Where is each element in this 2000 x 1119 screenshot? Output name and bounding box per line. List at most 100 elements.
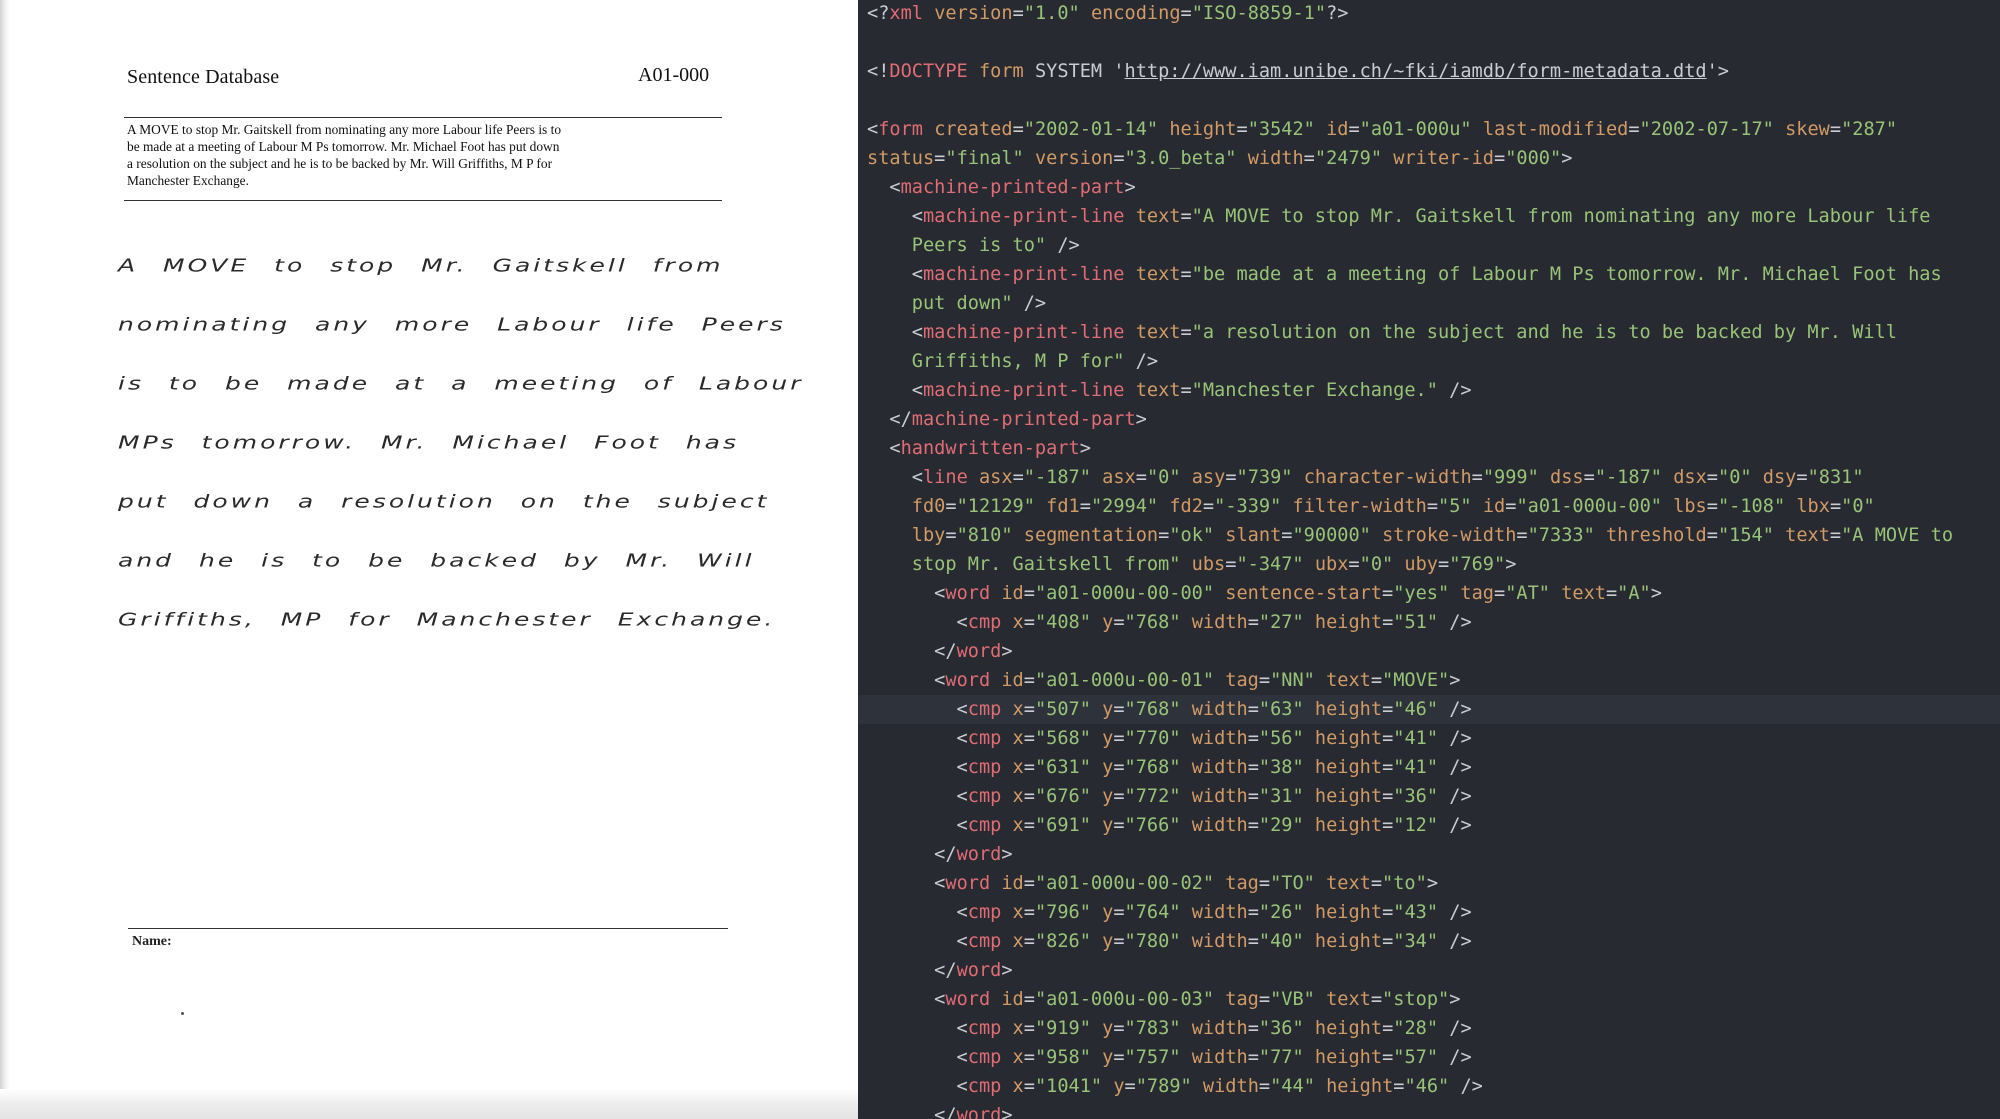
code-token-str: "-339" xyxy=(1214,496,1282,517)
code-token-str: "44" xyxy=(1270,1076,1315,1097)
code-line[interactable]: <cmp x="507" y="768" width="63" height="… xyxy=(858,695,2000,724)
code-token-punct xyxy=(923,3,934,24)
code-line[interactable]: <cmp x="796" y="764" width="26" height="… xyxy=(858,898,2000,927)
code-token-str: "783" xyxy=(1124,1018,1181,1039)
code-line[interactable]: status="final" version="3.0_beta" width=… xyxy=(858,144,2000,173)
code-line[interactable]: <cmp x="1041" y="789" width="44" height=… xyxy=(858,1072,2000,1101)
code-token-punct: = xyxy=(1023,902,1035,923)
code-line[interactable]: fd0="12129" fd1="2994" fd2="-339" filter… xyxy=(858,492,2000,521)
code-token-punct xyxy=(1315,873,1326,894)
code-token-str: "A MOVE to xyxy=(1841,525,1954,546)
code-token-tag: cmp xyxy=(967,931,1002,952)
code-line[interactable]: <word id="a01-000u-00-02" tag="TO" text=… xyxy=(858,869,2000,898)
code-token-punct: </ xyxy=(867,1105,957,1119)
code-line[interactable]: <cmp x="676" y="772" width="31" height="… xyxy=(858,782,2000,811)
code-line[interactable]: <cmp x="958" y="757" width="77" height="… xyxy=(858,1043,2000,1072)
code-line[interactable]: <word id="a01-000u-00-00" sentence-start… xyxy=(858,579,2000,608)
code-token-attr: asx xyxy=(978,467,1013,488)
code-token-str: "77" xyxy=(1258,1047,1304,1068)
code-token-punct: = xyxy=(1382,583,1394,604)
code-token-punct: < xyxy=(867,322,923,343)
code-token-punct: < xyxy=(867,380,923,401)
code-line[interactable]: <cmp x="691" y="766" width="29" height="… xyxy=(858,811,2000,840)
code-line[interactable]: <machine-print-line text="A MOVE to stop… xyxy=(858,202,2000,231)
printed-line: Manchester Exchange. xyxy=(127,173,249,188)
code-line[interactable]: <machine-print-line text="Manchester Exc… xyxy=(858,376,2000,405)
code-line[interactable]: <handwritten-part> xyxy=(858,434,2000,463)
code-token-attr: height xyxy=(1314,786,1383,807)
code-token-tag: line xyxy=(922,467,968,488)
code-token-punct: = xyxy=(1113,931,1125,952)
code-line[interactable] xyxy=(858,86,2000,115)
code-line[interactable]: </machine-printed-part> xyxy=(858,405,2000,434)
code-line[interactable]: <line asx="-187" asx="0" asy="739" chara… xyxy=(858,463,2000,492)
code-line[interactable]: <machine-print-line text="be made at a m… xyxy=(858,260,2000,289)
code-token-attr: id xyxy=(1001,989,1024,1010)
code-token-punct xyxy=(1091,902,1102,923)
code-token-punct xyxy=(1124,206,1135,227)
code-line[interactable]: <cmp x="826" y="780" width="40" height="… xyxy=(858,927,2000,956)
code-token-str: "12" xyxy=(1393,815,1439,836)
code-token-attr: width xyxy=(1247,148,1304,169)
code-line[interactable]: <machine-printed-part> xyxy=(858,173,2000,202)
code-editor[interactable]: <?xml version = "1.0" encoding = "ISO-8859-1… xyxy=(858,0,2000,1119)
code-token-punct xyxy=(1001,728,1012,749)
code-token-punct: = xyxy=(1023,786,1035,807)
code-token-punct: > xyxy=(1505,554,1517,575)
code-token-attr: width xyxy=(1191,699,1248,720)
code-token-punct xyxy=(1304,699,1315,720)
code-line[interactable]: <cmp x="631" y="768" width="38" height="… xyxy=(858,753,2000,782)
code-token-punct: < xyxy=(867,989,946,1010)
code-token-punct xyxy=(1315,119,1326,140)
form-id: A01-000 xyxy=(638,64,710,86)
code-line[interactable]: <word id="a01-000u-00-03" tag="VB" text=… xyxy=(858,985,2000,1014)
code-line[interactable]: </word> xyxy=(858,637,2000,666)
code-line[interactable]: Griffiths, M P for" /> xyxy=(858,347,2000,376)
code-token-punct: = xyxy=(1258,670,1271,691)
code-token-str: "2479" xyxy=(1314,148,1383,169)
code-token-str: "-187" xyxy=(1594,467,1662,488)
code-line[interactable]: </word> xyxy=(858,956,2000,985)
code-token-str: "1041" xyxy=(1034,1076,1103,1097)
code-token-str: "VB" xyxy=(1270,989,1315,1010)
code-line[interactable]: <?xml version="1.0" encoding="ISO-8859-1… xyxy=(858,0,2000,28)
code-line[interactable]: </word> xyxy=(858,840,2000,869)
code-token-str: "919" xyxy=(1034,1018,1091,1039)
code-token-punct: > xyxy=(1001,960,1013,981)
code-line[interactable]: lby="810" segmentation="ok" slant="90000… xyxy=(858,521,2000,550)
code-token-punct: = xyxy=(1113,1047,1125,1068)
code-line[interactable]: <word id="a01-000u-00-01" tag="NN" text=… xyxy=(858,666,2000,695)
code-line[interactable]: stop Mr. Gaitskell from" ubs="-347" ubx=… xyxy=(858,550,2000,579)
code-token-punct xyxy=(1001,1047,1012,1068)
code-token-str: "36" xyxy=(1393,786,1439,807)
code-line[interactable]: </word> xyxy=(858,1101,2000,1119)
code-token-punct xyxy=(1315,989,1326,1010)
code-line[interactable]: Peers is to" /> xyxy=(858,231,2000,260)
code-line[interactable]: <machine-print-line text="a resolution o… xyxy=(858,318,2000,347)
code-token-punct: = xyxy=(1258,873,1271,894)
code-token-punct xyxy=(1180,554,1191,575)
code-token-punct: /> xyxy=(1438,1018,1472,1039)
code-line[interactable]: <cmp x="408" y="768" width="27" height="… xyxy=(858,608,2000,637)
code-token-punct: = xyxy=(1113,786,1125,807)
code-token-str: "A" xyxy=(1617,583,1651,604)
code-token-punct xyxy=(1315,1076,1326,1097)
code-token-punct: = xyxy=(1370,670,1383,691)
code-token-punct: = xyxy=(1247,757,1259,778)
code-line[interactable]: <cmp x="919" y="783" width="36" height="… xyxy=(858,1014,2000,1043)
code-token-punct: /> xyxy=(1438,728,1472,749)
code-token-str: "770" xyxy=(1124,728,1181,749)
code-token-punct: = xyxy=(1605,583,1618,604)
code-token-punct xyxy=(1304,1018,1315,1039)
code-token-punct xyxy=(1371,525,1382,546)
code-token-str: "0" xyxy=(1146,467,1181,488)
code-line[interactable]: <form created="2002-01-14" height="3542"… xyxy=(858,115,2000,144)
code-line[interactable]: put down" /> xyxy=(858,289,2000,318)
code-line[interactable] xyxy=(858,28,2000,57)
code-line[interactable]: <!DOCTYPE form SYSTEM 'http://www.iam.un… xyxy=(858,57,2000,86)
code-token-punct: = xyxy=(1258,989,1271,1010)
code-token-punct xyxy=(1001,931,1012,952)
code-token-punct xyxy=(1001,612,1012,633)
code-line[interactable]: <cmp x="568" y="770" width="56" height="… xyxy=(858,724,2000,753)
code-token-punct: > xyxy=(1449,989,1461,1010)
